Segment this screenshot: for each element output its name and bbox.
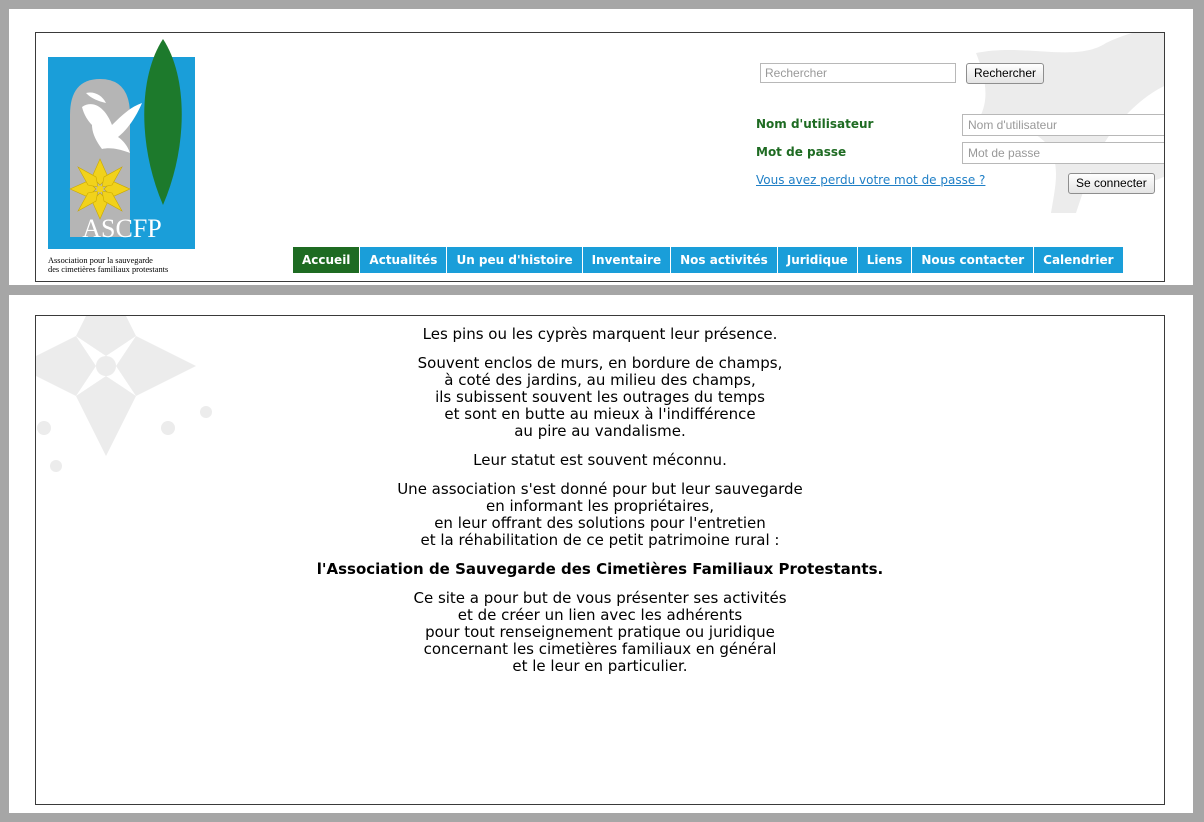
- login-button[interactable]: Se connecter: [1068, 173, 1155, 194]
- intro-paragraph: Ce site a pour but de vous présenter ses…: [413, 589, 787, 675]
- main-content: Les pins ou les cyprès marquent leur pré…: [9, 295, 1193, 813]
- password-field[interactable]: [962, 142, 1164, 164]
- search-button[interactable]: Rechercher: [966, 63, 1045, 84]
- ascfp-logo: ASCFP Association pour la sauvegarde des…: [48, 39, 195, 274]
- intro-paragraph: Leur statut est souvent méconnu.: [473, 451, 727, 469]
- nav-item-activites[interactable]: Nos activités: [671, 247, 777, 273]
- intro-paragraph: Souvent enclos de murs, en bordure de ch…: [417, 354, 783, 440]
- main-nav: Accueil Actualités Un peu d'histoire Inv…: [293, 247, 1124, 273]
- nav-item-histoire[interactable]: Un peu d'histoire: [447, 247, 582, 273]
- nav-item-actualites[interactable]: Actualités: [360, 247, 447, 273]
- nav-item-accueil[interactable]: Accueil: [293, 247, 360, 273]
- nav-item-juridique[interactable]: Juridique: [777, 247, 857, 273]
- search-input[interactable]: [760, 63, 956, 83]
- logo-acronym: ASCFP: [82, 214, 162, 243]
- nav-item-inventaire[interactable]: Inventaire: [582, 247, 671, 273]
- forgot-password-link[interactable]: Vous avez perdu votre mot de passe ?: [756, 173, 985, 187]
- header-box: ASCFP Association pour la sauvegarde des…: [35, 32, 1165, 282]
- logo-subtitle-line2: des cimetières familiaux protestants: [48, 265, 168, 274]
- password-label: Mot de passe: [756, 145, 847, 159]
- header: ASCFP Association pour la sauvegarde des…: [9, 9, 1193, 285]
- intro-text: Les pins ou les cyprès marquent leur pré…: [36, 326, 1164, 687]
- association-name: l'Association de Sauvegarde des Cimetièr…: [316, 560, 884, 578]
- nav-item-contact[interactable]: Nous contacter: [912, 247, 1034, 273]
- nav-item-liens[interactable]: Liens: [857, 247, 912, 273]
- username-field[interactable]: [962, 114, 1164, 136]
- intro-paragraph: Les pins ou les cyprès marquent leur pré…: [422, 325, 778, 343]
- content-box: Les pins ou les cyprès marquent leur pré…: [35, 315, 1165, 805]
- logo-subtitle-line1: Association pour la sauvegarde: [48, 256, 153, 265]
- intro-paragraph: Une association s'est donné pour but leu…: [397, 480, 803, 549]
- username-label: Nom d'utilisateur: [756, 117, 874, 131]
- nav-item-calendrier[interactable]: Calendrier: [1034, 247, 1123, 273]
